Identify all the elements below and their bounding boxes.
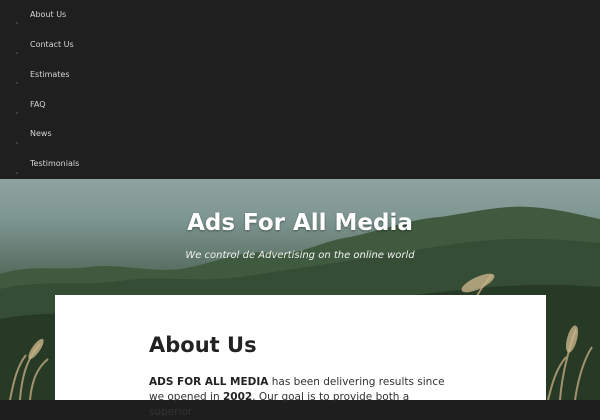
intro-paragraph: ADS FOR ALL MEDIA has been delivering re… [149, 375, 449, 420]
nav-item-estimates[interactable]: Estimates [30, 70, 70, 79]
nav-item-faq[interactable]: FAQ [30, 100, 46, 109]
site-title[interactable]: Ads For All Media [0, 210, 600, 236]
nav-item-about-us[interactable]: About Us [30, 10, 66, 19]
nav-bullet [16, 172, 18, 174]
nav-bullet [16, 52, 18, 54]
nav-bullet [16, 112, 18, 114]
nav-bullet [16, 82, 18, 84]
main-navigation: About Us Contact Us Estimates FAQ News T… [0, 0, 600, 179]
nav-item-contact-us[interactable]: Contact Us [30, 40, 74, 49]
company-name: ADS FOR ALL MEDIA [149, 376, 269, 388]
nav-item-news[interactable]: News [30, 129, 52, 138]
site-tagline: We control de Advertising on the online … [185, 250, 415, 261]
nav-bullet [16, 22, 18, 24]
nav-bullet [16, 142, 18, 144]
page-title: About Us [149, 333, 257, 357]
founding-year: 2002 [222, 391, 253, 403]
nav-item-testimonials[interactable]: Testimonials [30, 159, 79, 168]
content-card: About Us ADS FOR ALL MEDIA has been deli… [55, 295, 546, 418]
